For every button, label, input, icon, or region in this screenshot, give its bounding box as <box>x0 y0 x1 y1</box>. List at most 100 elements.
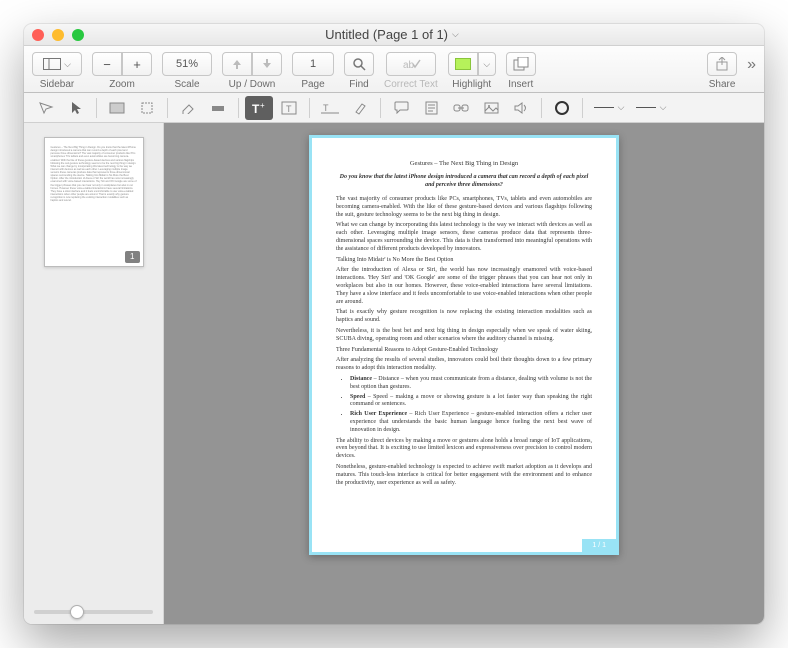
doc-title: Gestures – The Next Big Thing in Design <box>336 160 592 168</box>
text-plus-icon: T+ <box>251 101 267 115</box>
find-button[interactable] <box>344 52 374 76</box>
doc-paragraph: That is exactly why gesture recognition … <box>336 309 592 325</box>
doc-list-item: Speed – Speed – making a move or showing… <box>350 394 592 410</box>
note-tool[interactable] <box>417 96 445 120</box>
page-field[interactable]: 1 <box>292 52 334 76</box>
highlighter-icon <box>353 101 367 115</box>
document-page[interactable]: Gestures – The Next Big Thing in Design … <box>309 135 619 555</box>
highlight-swatch <box>455 58 471 70</box>
sound-tool[interactable] <box>507 96 535 120</box>
sidebar-icon <box>43 58 61 70</box>
svg-text:T: T <box>286 104 292 114</box>
thumbnail-sidebar: Gestures – The Next Big Thing in Design.… <box>24 123 164 624</box>
image-icon <box>484 102 499 114</box>
note-icon <box>425 101 438 115</box>
doc-subtitle: Do you know that the latest iPhone desig… <box>336 174 592 190</box>
pointer-tool[interactable] <box>62 96 90 120</box>
line-ending-menu[interactable]: ⌵ <box>631 96 671 120</box>
find-label: Find <box>349 79 368 90</box>
window-title[interactable]: Untitled (Page 1 of 1) ⌵ <box>84 27 700 42</box>
redact-tool[interactable] <box>204 96 232 120</box>
speaker-icon <box>514 102 528 114</box>
correct-text-button[interactable]: ab <box>386 52 436 76</box>
chevron-down-icon: ⌵ <box>660 102 667 113</box>
speech-bubble-icon <box>394 101 409 114</box>
zoom-in-button[interactable]: + <box>122 52 152 76</box>
doc-list-item: Distance – Distance – when you must comm… <box>350 376 592 392</box>
sidebar-label: Sidebar <box>40 79 74 90</box>
zoom-label: Zoom <box>109 79 135 90</box>
doc-paragraph: After the introduction of Alexa or Siri,… <box>336 267 592 306</box>
highlighter-tool[interactable] <box>346 96 374 120</box>
page-up-button[interactable] <box>222 52 252 76</box>
share-button[interactable] <box>707 52 737 76</box>
pointer-icon <box>70 101 82 115</box>
svg-text:T: T <box>323 103 329 113</box>
minimize-window-button[interactable] <box>52 29 64 41</box>
svg-text:+: + <box>260 101 265 110</box>
page-indicator: 1 / 1 <box>582 539 616 552</box>
shape-color-tool[interactable] <box>548 96 576 120</box>
add-text-tool[interactable]: T+ <box>245 96 273 120</box>
erase-tool[interactable] <box>174 96 202 120</box>
doc-paragraph: The vast majority of consumer products l… <box>336 196 592 219</box>
correct-text-icon: ab <box>401 57 421 71</box>
close-window-button[interactable] <box>32 29 44 41</box>
text-box-tool[interactable]: T <box>275 96 303 120</box>
app-window: Untitled (Page 1 of 1) ⌵ ⌵ Sidebar − + Z… <box>24 24 764 624</box>
slider-knob[interactable] <box>70 605 84 619</box>
link-icon <box>453 103 469 113</box>
image-tool[interactable] <box>477 96 505 120</box>
page-label: Page <box>301 79 324 90</box>
line-text-tool[interactable]: T <box>316 96 344 120</box>
circle-icon <box>555 101 569 115</box>
document-canvas[interactable]: Gestures – The Next Big Thing in Design … <box>164 123 764 624</box>
overflow-button[interactable]: » <box>747 56 756 74</box>
area-select-tool[interactable] <box>103 96 131 120</box>
zoom-out-button[interactable]: − <box>92 52 122 76</box>
crop-tool[interactable] <box>133 96 161 120</box>
insert-label: Insert <box>508 79 533 90</box>
correct-text-label: Correct Text <box>384 79 438 90</box>
thumbnail-size-slider[interactable] <box>34 610 153 614</box>
chevron-down-icon: ⌵ <box>618 102 625 113</box>
title-text: Untitled (Page 1 of 1) <box>325 27 448 42</box>
arrow-down-icon <box>262 58 272 70</box>
chevron-down-icon: ⌵ <box>64 59 71 70</box>
svg-text:ab: ab <box>403 60 415 71</box>
sidebar-toggle-button[interactable]: ⌵ <box>32 52 82 76</box>
page-thumbnail[interactable]: Gestures – The Next Big Thing in Design.… <box>44 137 144 267</box>
updown-label: Up / Down <box>229 79 276 90</box>
line-style-menu[interactable]: ⌵ <box>589 96 629 120</box>
chevron-down-icon: ⌵ <box>452 29 459 40</box>
doc-paragraph: The ability to direct devices by making … <box>336 438 592 461</box>
thumbnail-page-number: 1 <box>125 251 139 263</box>
share-label: Share <box>709 79 736 90</box>
fullscreen-window-button[interactable] <box>72 29 84 41</box>
search-icon <box>352 57 366 71</box>
titlebar: Untitled (Page 1 of 1) ⌵ <box>24 24 764 46</box>
area-icon <box>109 102 125 114</box>
link-tool[interactable] <box>447 96 475 120</box>
arrow-up-icon <box>232 58 242 70</box>
doc-list-item: Rich User Experience – Rich User Experie… <box>350 411 592 434</box>
doc-list: Distance – Distance – when you must comm… <box>350 376 592 435</box>
content-area: Gestures – The Next Big Thing in Design.… <box>24 123 764 624</box>
text-select-tool[interactable] <box>32 96 60 120</box>
eraser-icon <box>180 102 196 114</box>
insert-button[interactable] <box>506 52 536 76</box>
highlight-menu-button[interactable]: ⌵ <box>478 52 496 76</box>
comment-tool[interactable] <box>387 96 415 120</box>
doc-paragraph: After analyzing the results of several s… <box>336 357 592 373</box>
annotation-toolbar: T+ T T ⌵ ⌵ <box>24 93 764 123</box>
doc-heading: Three Fundamental Reasons to Adopt Gestu… <box>336 347 592 355</box>
highlight-label: Highlight <box>452 79 491 90</box>
insert-icon <box>513 57 529 71</box>
text-cursor-icon <box>38 101 54 115</box>
line-icon <box>636 107 656 108</box>
scale-field[interactable]: 51% <box>162 52 212 76</box>
page-down-button[interactable] <box>252 52 282 76</box>
highlight-button[interactable] <box>448 52 478 76</box>
doc-paragraph: Nevertheless, it is the best bet and nex… <box>336 328 592 344</box>
text-box-icon: T <box>281 101 297 115</box>
